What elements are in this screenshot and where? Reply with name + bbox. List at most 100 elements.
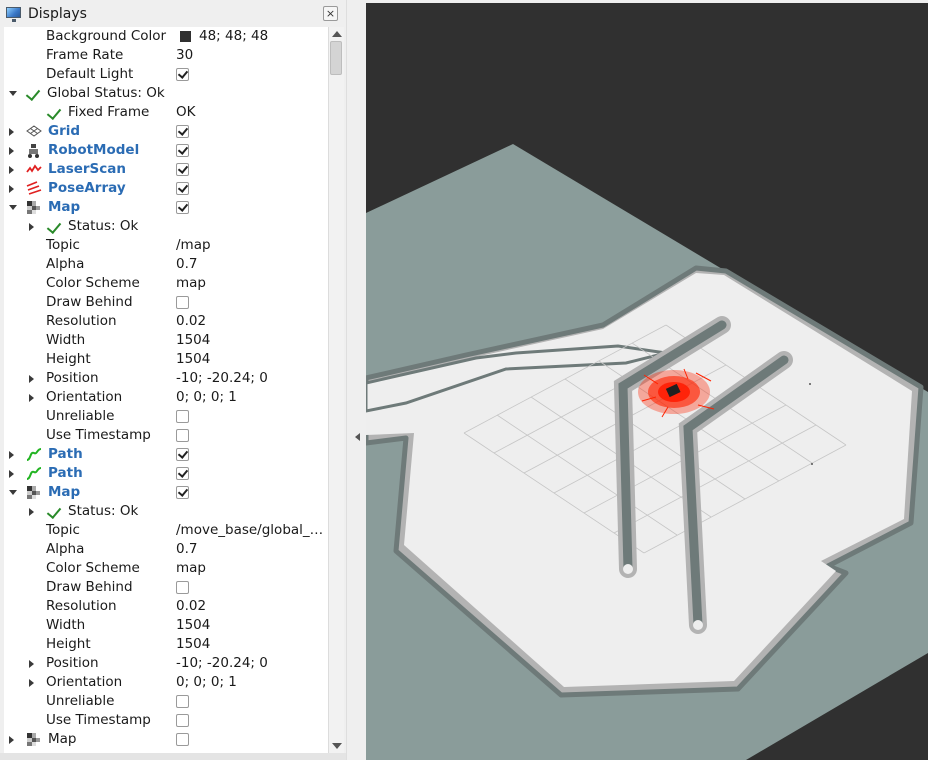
tree-row[interactable]: RobotModel (4, 141, 328, 160)
expand-arrow-icon[interactable] (9, 736, 14, 744)
expand-arrow-icon[interactable] (9, 451, 14, 459)
checkbox-unchecked[interactable] (176, 410, 189, 423)
tree-row[interactable]: Status: Ok (4, 217, 328, 236)
property-value[interactable]: map (176, 274, 328, 293)
checkbox-unchecked[interactable] (176, 581, 189, 594)
checkbox-checked[interactable] (176, 144, 189, 157)
checkbox-checked[interactable] (176, 182, 189, 195)
tree-row[interactable]: Use Timestamp (4, 426, 328, 445)
tree-row[interactable]: Global Status: Ok (4, 84, 328, 103)
property-value[interactable]: 0; 0; 0; 1 (176, 673, 328, 692)
property-value[interactable]: 0.02 (176, 597, 328, 616)
expand-arrow-icon[interactable] (29, 679, 34, 687)
expand-arrow-icon[interactable] (9, 185, 14, 193)
checkbox-checked[interactable] (176, 467, 189, 480)
tree-row[interactable]: Fixed Frame OK (4, 103, 328, 122)
checkbox-unchecked[interactable] (176, 695, 189, 708)
display-name-label: Map (48, 199, 81, 215)
property-value[interactable]: OK (176, 103, 328, 122)
property-value[interactable]: 0.02 (176, 312, 328, 331)
tree-row[interactable]: Position -10; -20.24; 0 (4, 654, 328, 673)
collapse-panel-arrow-icon[interactable] (355, 433, 360, 441)
tree-row[interactable]: Orientation 0; 0; 0; 1 (4, 388, 328, 407)
property-value[interactable]: /move_base/global_c... (176, 521, 328, 540)
checkbox-unchecked[interactable] (176, 296, 189, 309)
property-value[interactable]: 1504 (176, 350, 328, 369)
tree-row[interactable]: Map (4, 730, 328, 749)
tree-row[interactable]: Draw Behind (4, 293, 328, 312)
tree-row[interactable]: Height 1504 (4, 635, 328, 654)
tree-row[interactable]: Topic/map (4, 236, 328, 255)
tree-row[interactable]: Resolution 0.02 (4, 597, 328, 616)
expand-arrow-icon[interactable] (29, 508, 34, 516)
tree-row[interactable]: Status: Ok (4, 502, 328, 521)
color-swatch[interactable] (180, 31, 191, 42)
expand-arrow-icon[interactable] (9, 166, 14, 174)
property-value[interactable]: 0.7 (176, 540, 328, 559)
tree-row[interactable]: Unreliable (4, 407, 328, 426)
tree-row[interactable]: Orientation 0; 0; 0; 1 (4, 673, 328, 692)
property-value[interactable]: -10; -20.24; 0 (176, 369, 328, 388)
property-value[interactable]: 0; 0; 0; 1 (176, 388, 328, 407)
tree-row[interactable]: Path (4, 445, 328, 464)
tree-row[interactable]: Map (4, 483, 328, 502)
expand-arrow-icon[interactable] (9, 470, 14, 478)
tree-row[interactable]: Use Timestamp (4, 711, 328, 730)
property-value[interactable]: -10; -20.24; 0 (176, 654, 328, 673)
wall-end-cap (623, 564, 633, 574)
checkbox-checked[interactable] (176, 125, 189, 138)
property-value[interactable]: 1504 (176, 635, 328, 654)
expand-arrow-icon[interactable] (29, 660, 34, 668)
tree-row[interactable]: PoseArray (4, 179, 328, 198)
property-value[interactable]: /map (176, 236, 328, 255)
collapse-arrow-icon[interactable] (9, 205, 17, 210)
tree-row[interactable]: Width 1504 (4, 616, 328, 635)
scroll-thumb[interactable] (330, 41, 342, 75)
scroll-up-arrow-icon[interactable] (332, 31, 342, 37)
checkbox-checked[interactable] (176, 68, 189, 81)
tree-row[interactable]: Frame Rate 30 (4, 46, 328, 65)
checkbox-checked[interactable] (176, 448, 189, 461)
property-value[interactable]: 1504 (176, 616, 328, 635)
tree-row[interactable]: Topic/move_base/global_c... (4, 521, 328, 540)
tree-row[interactable]: Draw Behind (4, 578, 328, 597)
tree-row[interactable]: Path (4, 464, 328, 483)
expand-arrow-icon[interactable] (9, 128, 14, 136)
property-value[interactable]: map (176, 559, 328, 578)
tree-row[interactable]: Position -10; -20.24; 0 (4, 369, 328, 388)
property-value[interactable]: 30 (176, 46, 328, 65)
expand-arrow-icon[interactable] (9, 147, 14, 155)
tree-row[interactable]: Color Scheme map (4, 559, 328, 578)
property-value[interactable]: 1504 (176, 331, 328, 350)
collapse-arrow-icon[interactable] (9, 91, 17, 96)
tree-row[interactable]: Grid (4, 122, 328, 141)
close-button[interactable]: × (323, 6, 338, 21)
expand-arrow-icon[interactable] (29, 375, 34, 383)
tree-row[interactable]: Background Color 48; 48; 48 (4, 27, 328, 46)
panel-splitter[interactable] (346, 0, 366, 760)
checkbox-unchecked[interactable] (176, 429, 189, 442)
scroll-down-arrow-icon[interactable] (332, 743, 342, 749)
property-value[interactable]: 0.7 (176, 255, 328, 274)
tree-row[interactable]: Width 1504 (4, 331, 328, 350)
tree-row[interactable]: Default Light (4, 65, 328, 84)
vertical-scrollbar[interactable] (328, 27, 344, 753)
tree-row[interactable]: LaserScan (4, 160, 328, 179)
checkbox-checked[interactable] (176, 163, 189, 176)
tree-row[interactable]: Alpha 0.7 (4, 540, 328, 559)
tree-row[interactable]: Map (4, 198, 328, 217)
tree-row[interactable]: Alpha 0.7 (4, 255, 328, 274)
collapse-arrow-icon[interactable] (9, 490, 17, 495)
checkbox-unchecked[interactable] (176, 733, 189, 746)
3d-render-view[interactable] (366, 3, 928, 760)
checkbox-checked[interactable] (176, 201, 189, 214)
tree-row[interactable]: Unreliable (4, 692, 328, 711)
expand-arrow-icon[interactable] (29, 394, 34, 402)
checkbox-unchecked[interactable] (176, 714, 189, 727)
tree-row[interactable]: Color Scheme map (4, 274, 328, 293)
tree-row[interactable]: Height 1504 (4, 350, 328, 369)
property-value[interactable]: 48; 48; 48 (199, 27, 268, 46)
tree-row[interactable]: Resolution 0.02 (4, 312, 328, 331)
expand-arrow-icon[interactable] (29, 223, 34, 231)
checkbox-checked[interactable] (176, 486, 189, 499)
